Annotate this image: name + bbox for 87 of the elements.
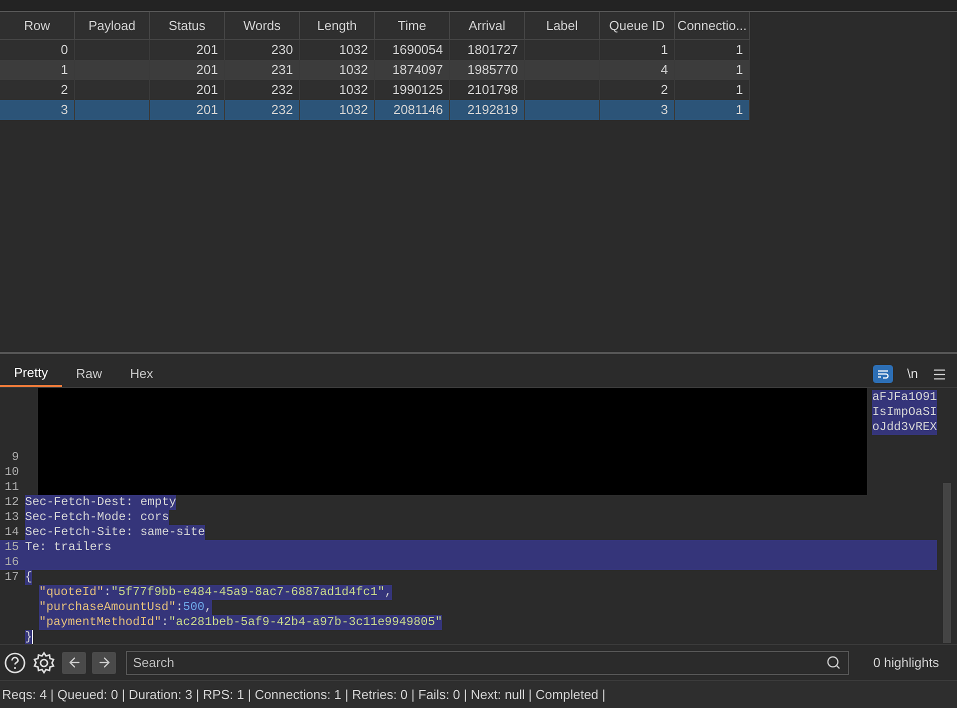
table-cell-text: 1 — [736, 61, 743, 80]
column-header[interactable]: Label — [525, 12, 600, 39]
code-token: oJdd3vREX — [872, 420, 937, 435]
code-token: aFJFa1O91 — [872, 390, 937, 405]
table-cell-text: 1032 — [339, 61, 368, 80]
line-number: 13 — [4, 510, 19, 524]
line-number: 15 — [4, 540, 19, 554]
tab[interactable]: Raw — [62, 361, 116, 387]
column-header[interactable]: Queue ID — [600, 12, 675, 39]
code-token: Sec-Fetch-Dest: empty — [25, 495, 176, 510]
table-cell-text: 3 — [660, 101, 668, 120]
table-cell-text: 232 — [271, 101, 293, 120]
table-cell-text: 1 — [736, 81, 743, 100]
table-row[interactable]: 1 201 231 1032 1874097 1985770 4 1 — [0, 60, 750, 80]
code-token: { — [25, 570, 32, 585]
column-header[interactable]: Payload — [75, 12, 150, 39]
code-token: Sec-Fetch-Mode: cors — [25, 510, 170, 525]
table-row[interactable]: 3 201 232 1032 2081146 2192819 3 1 — [0, 100, 750, 120]
column-header[interactable]: Status — [150, 12, 225, 39]
column-header[interactable]: Words — [225, 12, 300, 39]
code-token: Sec-Fetch-Site: same-site — [25, 525, 206, 540]
code-token: "paymentMethodId" — [39, 615, 162, 630]
table-cell-text: 201 — [196, 101, 218, 120]
wrap-icon — [877, 369, 890, 379]
table-cell-text: 1032 — [339, 41, 368, 60]
column-header[interactable]: Time — [375, 12, 450, 39]
tab[interactable]: Hex — [116, 361, 168, 387]
table-cell-text: 201 — [196, 41, 218, 60]
table-cell-text: 1690054 — [392, 41, 443, 60]
table-cell-text: 1990125 — [392, 81, 443, 100]
table-cell-text: 2 — [660, 81, 668, 100]
column-header[interactable]: Connectio... — [675, 12, 750, 39]
table-cell-text: 1985770 — [467, 61, 518, 80]
code-token: "5f77f9bb-e484-45a9-8ac7-6887ad1d4fc1" — [111, 585, 385, 600]
table-cell-text: 2081146 — [393, 101, 443, 120]
code-token: } — [25, 630, 32, 644]
help-icon[interactable] — [4, 652, 26, 674]
line-number: 16 — [4, 555, 19, 569]
table-cell-text: 0 — [60, 41, 68, 60]
column-header[interactable]: Arrival — [450, 12, 525, 39]
table-cell-text: 201 — [196, 81, 218, 100]
code-token: Te: trailers — [25, 540, 112, 555]
table-cell-text: 1801727 — [467, 41, 518, 60]
column-header[interactable]: Length — [300, 12, 375, 39]
scrollbar[interactable] — [943, 483, 951, 643]
right-arrow-icon — [96, 655, 112, 670]
table-cell-text: 2 — [60, 81, 68, 100]
status-text: Reqs: 4 | Queued: 0 | Duration: 3 | RPS: 1 | Connections: 1 | Retries: 0 | Fails: 0 | Next: null | Completed | — [2, 686, 606, 704]
table-cell-text: 1 — [660, 41, 668, 60]
table-cell-text: 1 — [736, 101, 743, 120]
newline-toggle[interactable]: \n — [903, 364, 922, 384]
code-token: "ac281beb-5af9-42b4-a97b-3c11e9949805" — [168, 615, 442, 630]
line-number: 11 — [4, 480, 19, 494]
code-token: : — [161, 615, 169, 630]
table-cell-text: 1 — [736, 41, 743, 60]
table-cell-text: 201 — [196, 61, 218, 80]
table-cell-text: 230 — [271, 41, 293, 60]
table-row[interactable]: 2 201 232 1032 1990125 2101798 2 1 — [0, 80, 750, 100]
line-number: 14 — [4, 525, 19, 539]
search-icon[interactable] — [826, 654, 841, 670]
table-cell-text: 1032 — [339, 101, 368, 120]
search-field[interactable]: Search — [126, 650, 849, 674]
line-number: 12 — [4, 495, 19, 509]
table-cell-text: 1 — [60, 61, 68, 80]
code-token: IsImpOaSI — [872, 405, 937, 420]
table-cell-text: 232 — [271, 81, 293, 100]
table-cell-text: 1874097 — [392, 61, 443, 80]
wrap-toggle[interactable] — [873, 365, 894, 383]
code-token: 500 — [183, 600, 205, 615]
code-token: "quoteId" — [39, 585, 104, 600]
line-number: 17 — [4, 570, 19, 584]
table-cell-text: 2101798 — [467, 81, 518, 100]
line-number: 10 — [4, 465, 19, 479]
line-number: 9 — [12, 450, 19, 464]
back-button[interactable] — [62, 652, 86, 674]
table-cell-text: 1032 — [339, 81, 368, 100]
column-header[interactable]: Row — [0, 12, 75, 39]
table-cell-text: 2192819 — [467, 101, 518, 120]
menu-icon[interactable] — [932, 366, 947, 382]
table-cell-text: 3 — [60, 101, 68, 120]
forward-button[interactable] — [92, 652, 116, 674]
highlight-count: 0 highlights — [873, 654, 940, 672]
table-row[interactable]: 0 201 230 1032 1690054 1801727 1 1 — [0, 40, 750, 60]
code-token: "purchaseAmountUsd" — [39, 600, 176, 615]
settings-icon[interactable] — [32, 650, 56, 674]
table-cell-text: 4 — [660, 61, 668, 80]
table-cell-text: 231 — [271, 61, 293, 80]
